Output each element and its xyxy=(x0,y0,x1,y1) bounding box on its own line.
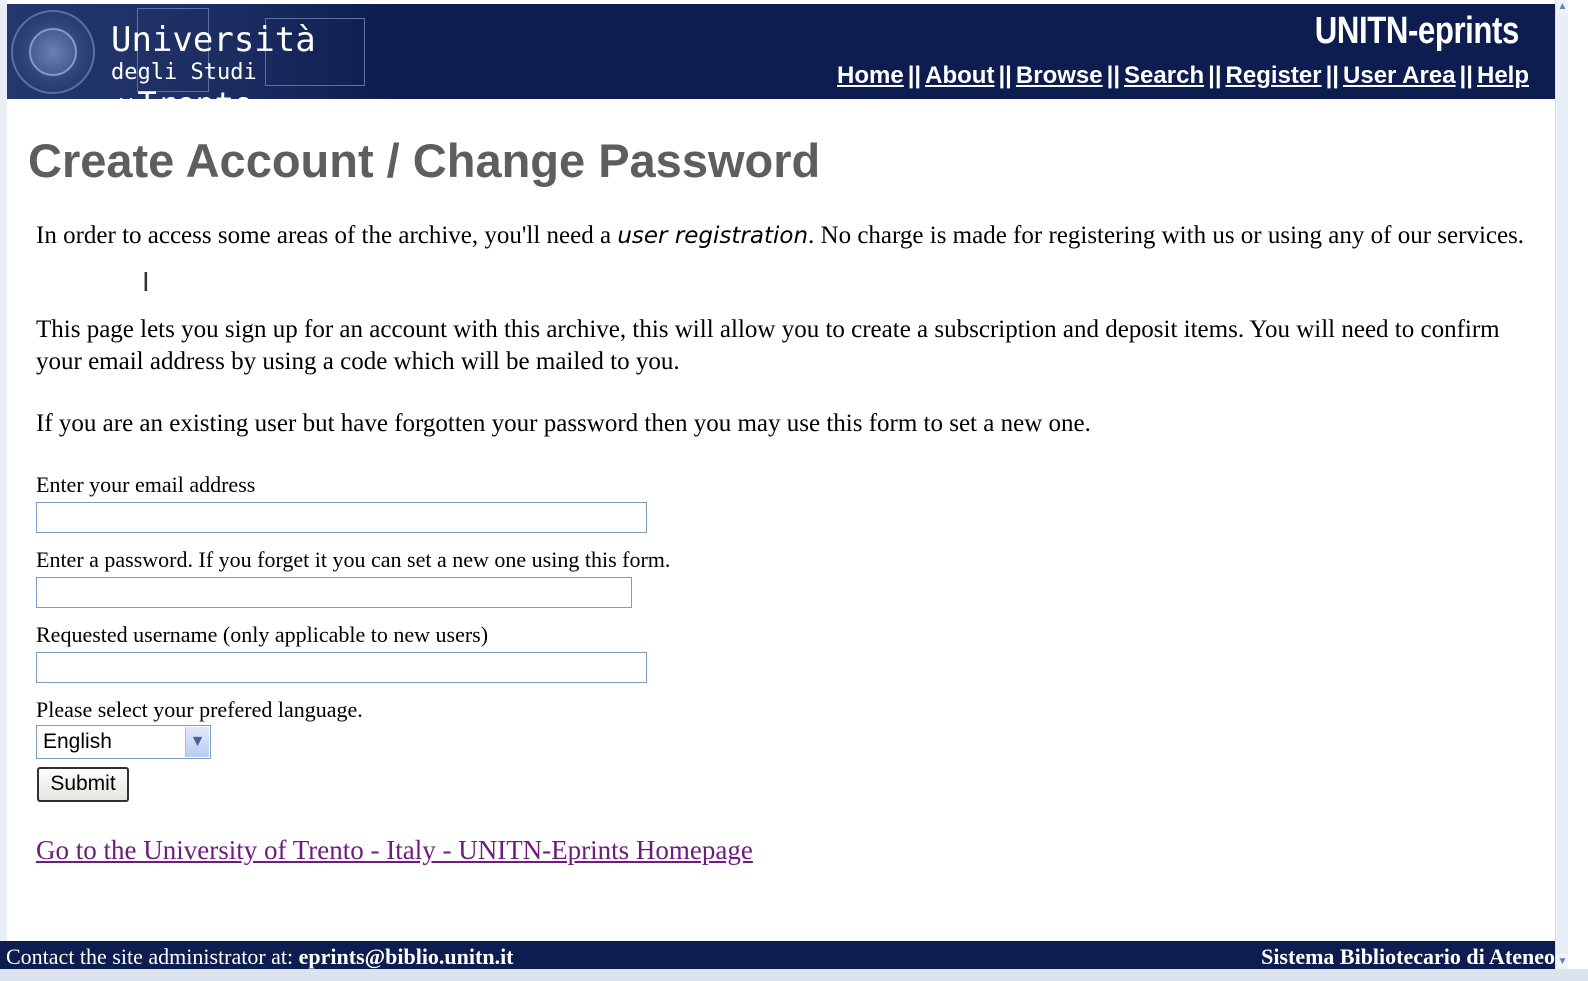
top-navigation: Home || About || Browse || Search || Register || U… xyxy=(837,62,1529,90)
site-header: Università degli Studi diTrento UNITN-ep… xyxy=(7,4,1555,123)
nav-help-link[interactable]: Help xyxy=(1477,62,1529,89)
email-field[interactable] xyxy=(36,502,647,533)
nav-home-link[interactable]: Home xyxy=(837,62,904,89)
nav-register-link[interactable]: Register xyxy=(1226,62,1322,89)
nav-separator: || xyxy=(1208,62,1222,89)
nav-separator: || xyxy=(1325,62,1340,89)
site-title: UNITN-eprints xyxy=(1314,10,1520,52)
nav-separator: || xyxy=(1106,62,1121,89)
footer-contact-email[interactable]: eprints@biblio.unitn.it xyxy=(299,944,514,969)
intro-emphasis: user registration xyxy=(617,223,809,249)
nav-separator: || xyxy=(998,62,1012,89)
forgot-password-paragraph: If you are an existing user but have for… xyxy=(36,410,1091,437)
seal-emblem xyxy=(29,28,77,76)
footer-contact-prefix: Contact the site administrator at: xyxy=(6,944,299,969)
scroll-down-icon[interactable]: ▼ xyxy=(1557,955,1568,968)
language-select[interactable]: English ▼ xyxy=(36,725,211,759)
university-seal-icon xyxy=(11,10,95,94)
footer-contact: Contact the site administrator at: eprin… xyxy=(6,941,514,969)
username-field[interactable] xyxy=(36,652,647,683)
scroll-up-icon[interactable]: ▲ xyxy=(1557,0,1568,13)
password-label: Enter a password. If you forget it you c… xyxy=(36,547,671,572)
logo-text-trento: degli Studi diTrento xyxy=(111,60,392,123)
language-label: Please select your prefered language. xyxy=(36,697,363,722)
vertical-scrollbar[interactable]: ▲ ▼ xyxy=(1555,0,1569,969)
nav-separator: || xyxy=(907,62,922,89)
email-label: Enter your email address xyxy=(36,472,256,497)
language-selected-value: English xyxy=(43,730,112,753)
nav-about-link[interactable]: About xyxy=(925,62,994,89)
page-title: Create Account / Change Password xyxy=(28,134,821,187)
site-footer: Contact the site administrator at: eprin… xyxy=(0,941,1555,969)
window-bottom-edge xyxy=(0,969,1588,981)
intro-text-part2: . No charge is made for registering with… xyxy=(808,222,1525,249)
submit-button[interactable]: Submit xyxy=(37,767,129,802)
scroll-thumb[interactable] xyxy=(1557,14,1568,954)
window-right-edge xyxy=(1568,0,1588,981)
window-left-edge xyxy=(0,0,7,981)
text-cursor-icon: I xyxy=(142,268,150,298)
password-field[interactable] xyxy=(36,577,632,608)
intro-text-part1: In order to access some areas of the arc… xyxy=(36,222,618,249)
signup-paragraph: This page lets you sign up for an accoun… xyxy=(36,316,1500,375)
logo-text-universita: Università xyxy=(111,20,316,60)
nav-browse-link[interactable]: Browse xyxy=(1016,62,1103,89)
username-label: Requested username (only applicable to n… xyxy=(36,622,489,647)
nav-separator: || xyxy=(1459,62,1473,89)
homepage-link[interactable]: Go to the University of Trento - Italy -… xyxy=(36,835,753,866)
intro-paragraph: In order to access some areas of the arc… xyxy=(36,220,1536,252)
footer-library-system: Sistema Bibliotecario di Ateneo xyxy=(1261,944,1555,969)
nav-search-link[interactable]: Search xyxy=(1124,62,1204,89)
nav-user-area-link[interactable]: User Area xyxy=(1343,62,1456,89)
university-logo[interactable]: Università degli Studi diTrento xyxy=(7,4,392,123)
chevron-down-icon[interactable]: ▼ xyxy=(185,727,209,757)
logo-text-trento-big: Trento xyxy=(137,85,254,123)
